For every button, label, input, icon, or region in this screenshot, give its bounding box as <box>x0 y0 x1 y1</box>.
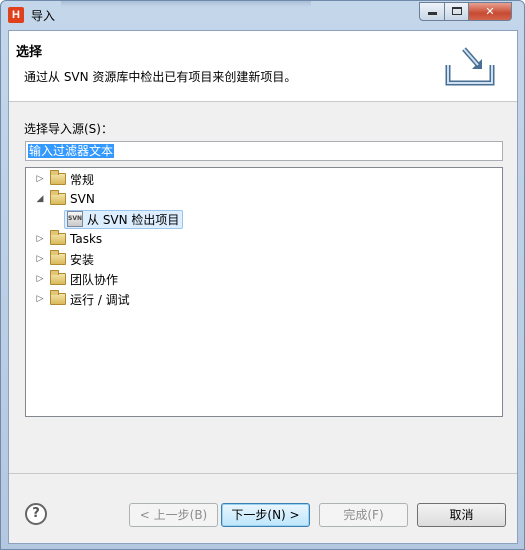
folder-icon <box>50 230 66 245</box>
maximize-icon <box>451 7 462 15</box>
wizard-header: 选择 通过从 SVN 资源库中检出已有项目来创建新项目。 <box>9 31 517 102</box>
next-button[interactable]: 下一步(N) > <box>221 503 310 527</box>
import-dialog: H 导入 ✕ 选择 通过从 SVN 资源库中检出已有项目来创建新项目。 选择导入… <box>0 0 525 550</box>
import-source-label: 选择导入源(S)： <box>24 122 113 136</box>
wizard-footer: ? < 上一步(B) 下一步(N) > 完成(F) 取消 <box>9 473 517 543</box>
finish-button[interactable]: 完成(F) <box>319 503 408 527</box>
tree-item-team[interactable]: ▷ 团队协作 <box>34 269 118 289</box>
expand-arrow-icon[interactable]: ▷ <box>34 234 46 244</box>
title-bar[interactable]: H 导入 ✕ <box>1 1 524 29</box>
expand-arrow-icon[interactable]: ▷ <box>34 174 46 184</box>
folder-icon <box>50 190 66 205</box>
expand-arrow-icon[interactable]: ▷ <box>34 254 46 264</box>
tree-item-tasks[interactable]: ▷ Tasks <box>34 229 102 249</box>
folder-icon <box>50 250 66 265</box>
tree-item-label: 运行 / 调试 <box>70 292 130 307</box>
filter-input[interactable]: 输入过滤器文本 <box>25 141 503 161</box>
tree-item-run-debug[interactable]: ▷ 运行 / 调试 <box>34 289 130 309</box>
background-tabs <box>61 1 311 7</box>
import-wizard-icon <box>445 47 495 86</box>
tree-item-install[interactable]: ▷ 安装 <box>34 249 94 269</box>
window-title: 导入 <box>31 9 56 23</box>
selected-tree-item[interactable]: SVN 从 SVN 检出项目 <box>64 209 184 229</box>
folder-icon <box>50 170 66 185</box>
dialog-client-area: 选择 通过从 SVN 资源库中检出已有项目来创建新项目。 选择导入源(S)： 输… <box>8 30 518 544</box>
folder-icon <box>50 290 66 305</box>
collapse-arrow-icon[interactable]: ◢ <box>34 194 46 204</box>
import-source-tree[interactable]: ▷ 常规 ◢ SVN SVN 从 SVN 检出项目 ▷ Tasks ▷ 安装 ▷… <box>25 167 503 417</box>
expand-arrow-icon[interactable]: ▷ <box>34 274 46 284</box>
minimize-icon <box>427 12 437 15</box>
tree-item-label: Tasks <box>70 232 103 246</box>
page-description: 通过从 SVN 资源库中检出已有项目来创建新项目。 <box>24 70 297 84</box>
close-button[interactable]: ✕ <box>468 2 512 21</box>
wizard-body: 选择导入源(S)： 输入过滤器文本 ▷ 常规 ◢ SVN SVN 从 SVN 检… <box>9 103 517 473</box>
svn-checkout-icon: SVN <box>67 211 83 227</box>
folder-icon <box>50 270 66 285</box>
maximize-button[interactable] <box>444 2 469 21</box>
tree-item-label: 安装 <box>70 252 95 267</box>
tree-item-general[interactable]: ▷ 常规 <box>34 169 94 189</box>
tree-item-svn-checkout[interactable]: SVN 从 SVN 检出项目 <box>64 209 184 229</box>
tree-item-svn[interactable]: ◢ SVN <box>34 189 95 209</box>
tree-item-label: 常规 <box>70 172 95 187</box>
app-logo-icon: H <box>8 7 24 23</box>
help-icon[interactable]: ? <box>25 503 47 525</box>
expand-arrow-icon[interactable]: ▷ <box>34 294 46 304</box>
cancel-button[interactable]: 取消 <box>417 503 506 527</box>
filter-input-text: 输入过滤器文本 <box>28 144 115 158</box>
tree-item-label: 从 SVN 检出项目 <box>87 212 180 227</box>
minimize-button[interactable] <box>419 2 445 21</box>
tree-item-label: SVN <box>70 192 95 206</box>
back-button[interactable]: < 上一步(B) <box>129 503 218 527</box>
close-icon: ✕ <box>485 5 495 18</box>
page-title: 选择 <box>16 45 43 60</box>
tree-item-label: 团队协作 <box>70 272 119 287</box>
